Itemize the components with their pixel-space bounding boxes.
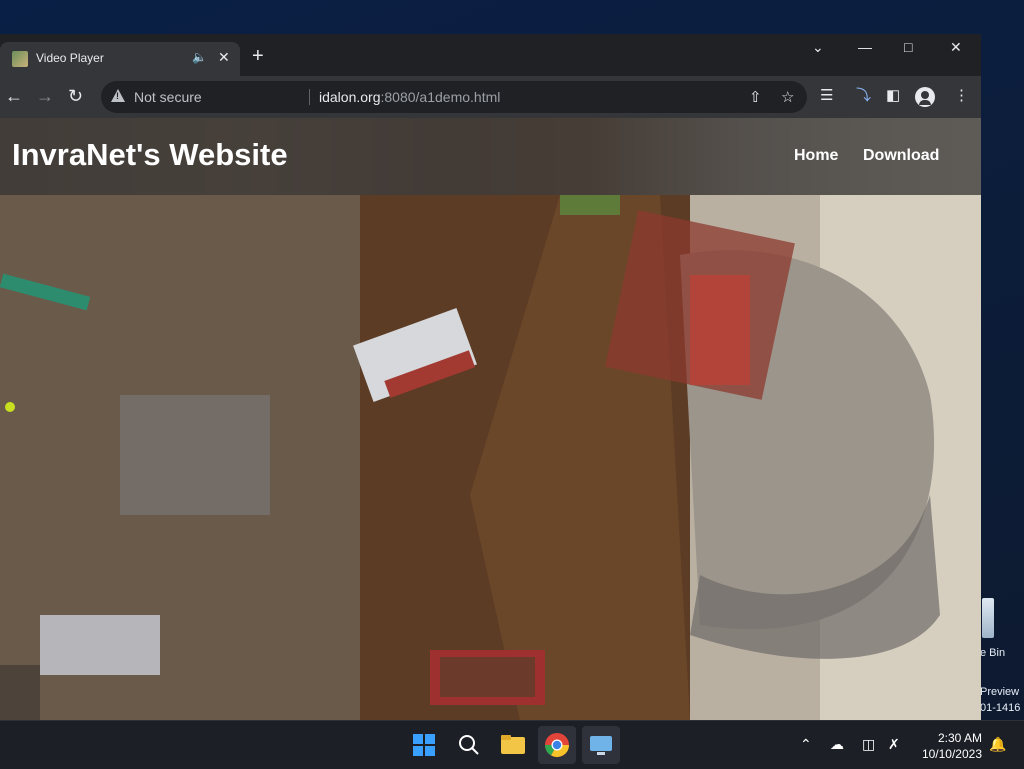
tab-video-player[interactable]: Video Player 🔈 ✕ [0, 42, 240, 76]
omnibox-separator [309, 89, 310, 105]
search-button[interactable] [450, 726, 488, 764]
onedrive-icon[interactable]: ☁ [830, 736, 844, 753]
media-control-icon[interactable]: ☰ [820, 87, 833, 105]
tab-strip: Video Player 🔈 ✕ + ⌄ — □ ✕ [0, 34, 981, 76]
menu-kebab-icon[interactable]: ⋮ [954, 87, 969, 105]
site-title: InvraNet's Website [12, 137, 288, 172]
folder-icon [501, 735, 525, 754]
close-tab-icon[interactable]: ✕ [218, 49, 230, 66]
notification-bell-icon[interactable]: 🔔 [989, 736, 1006, 753]
new-tab-button[interactable]: + [252, 46, 264, 66]
preview-label-line1: Preview [980, 686, 1020, 698]
side-panel-icon[interactable]: ◧ [886, 87, 900, 105]
chrome-button[interactable] [538, 726, 576, 764]
warning-icon[interactable] [111, 89, 125, 102]
security-label[interactable]: Not secure [134, 89, 202, 105]
close-window-icon[interactable]: ✕ [950, 39, 962, 56]
chrome-icon [545, 733, 569, 758]
preview-label-line2: 01-1416 [980, 702, 1021, 714]
reload-icon[interactable]: ↻ [68, 86, 83, 106]
nav-download-link[interactable]: Download [863, 147, 939, 165]
back-icon[interactable]: ← [5, 86, 23, 106]
nav-home-link[interactable]: Home [794, 147, 838, 165]
profile-avatar-icon[interactable] [915, 87, 935, 107]
start-button[interactable] [405, 726, 443, 764]
tab-search-icon[interactable]: ⌄ [812, 39, 824, 56]
clock-date: 10/10/2023 [921, 747, 982, 761]
search-icon [459, 735, 479, 755]
video-frame[interactable] [0, 195, 981, 720]
url-text[interactable]: idalon.org:8080/a1demo.html [319, 89, 500, 105]
minimize-icon[interactable]: — [858, 39, 872, 55]
bookmark-star-icon[interactable]: ☆ [781, 88, 794, 106]
favicon-icon [12, 51, 28, 67]
show-hidden-icons-icon[interactable]: ⌃ [800, 736, 812, 753]
maximize-icon[interactable]: □ [904, 39, 912, 55]
tab-title: Video Player [36, 51, 104, 65]
site-header: InvraNet's Website Home Download [0, 118, 981, 195]
recycle-bin-label: e Bin [980, 647, 1006, 659]
forward-icon[interactable]: → [36, 86, 54, 106]
remote-desktop-button[interactable] [582, 726, 620, 764]
page-viewport: InvraNet's Website Home Download [0, 118, 981, 720]
address-bar[interactable]: Not secure idalon.org:8080/a1demo.html ⇧… [101, 81, 807, 113]
taskbar: ⌃ ☁ ◫ ✗ 2:30 AM 10/10/2023 🔔 [0, 720, 1024, 769]
speaker-icon[interactable]: 🔈 [192, 50, 207, 64]
browser-window: Video Player 🔈 ✕ + ⌄ — □ ✕ ← → ↻ Not sec… [0, 34, 981, 720]
recycle-bin-icon[interactable] [982, 598, 1024, 638]
system-clock[interactable]: 2:30 AM 10/10/2023 [912, 730, 982, 762]
url-path: :8080/a1demo.html [380, 89, 501, 105]
share-icon[interactable]: ⇧ [749, 88, 762, 106]
browser-toolbar: ← → ↻ Not secure idalon.org:8080/a1demo.… [0, 76, 981, 118]
monitor-icon [590, 736, 612, 755]
url-host: idalon.org [319, 89, 381, 105]
clock-time: 2:30 AM [937, 731, 982, 745]
windows-logo-icon [413, 734, 435, 756]
file-explorer-button[interactable] [494, 726, 532, 764]
extension-icon[interactable]: ⤵ [856, 87, 871, 105]
network-icon[interactable]: ◫ [862, 736, 875, 753]
volume-muted-icon[interactable]: ✗ [888, 736, 900, 753]
